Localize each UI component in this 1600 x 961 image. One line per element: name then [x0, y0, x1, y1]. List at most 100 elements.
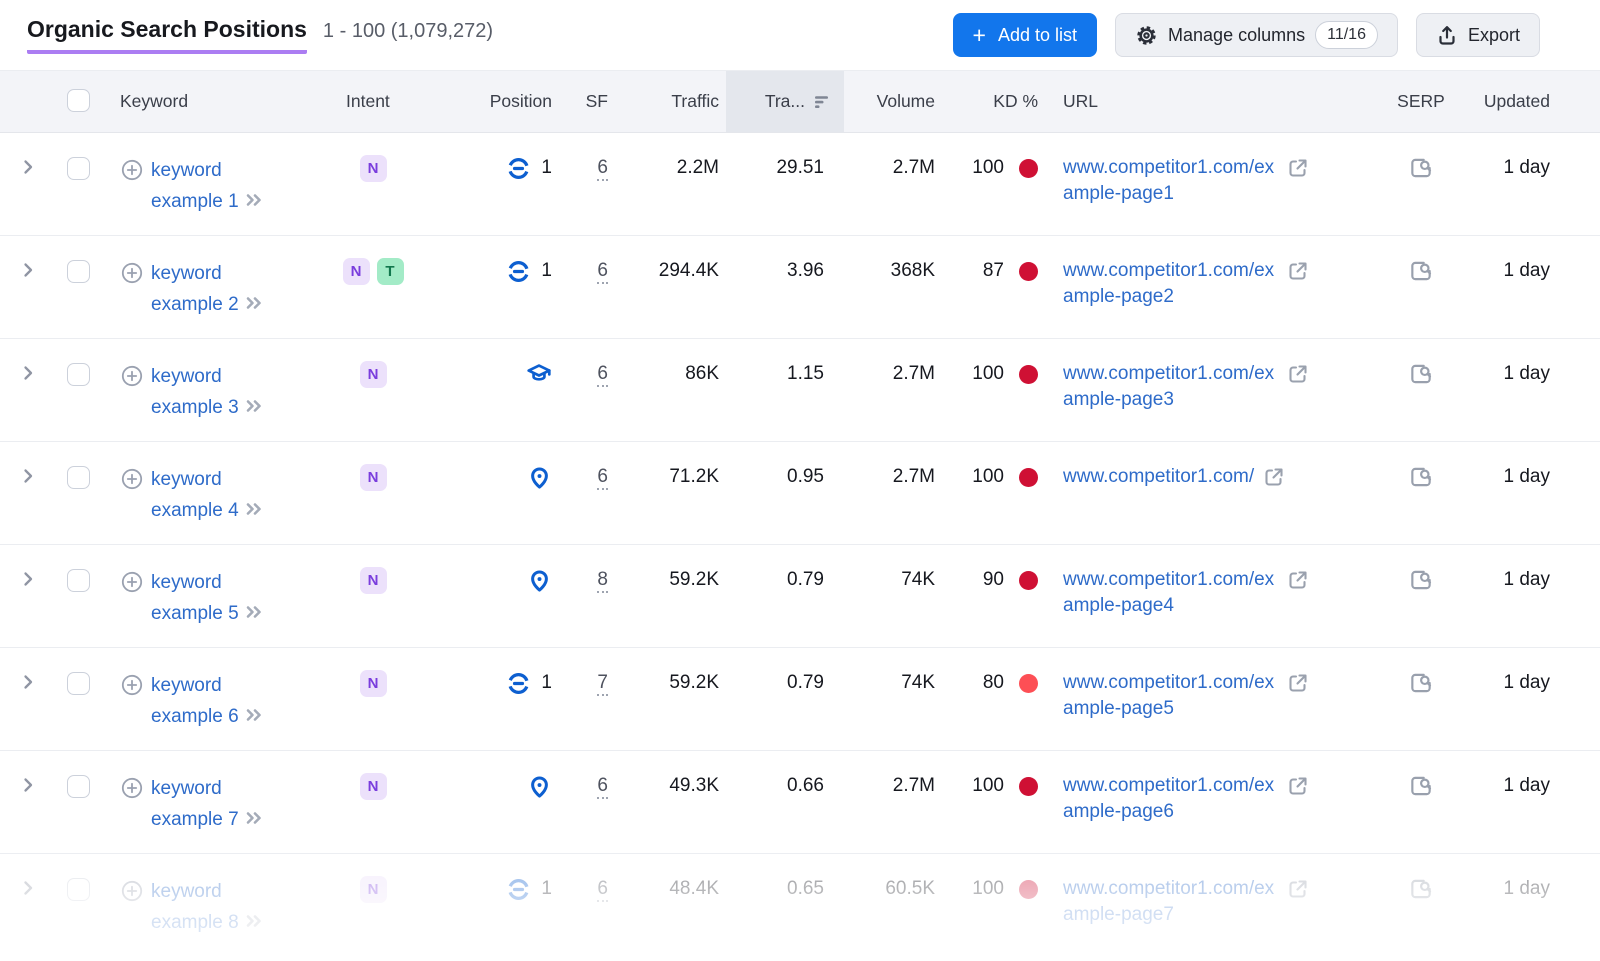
url-link[interactable]: www.competitor1.com/example-page6	[1063, 773, 1278, 825]
updated-value: 1 day	[1457, 133, 1600, 236]
serp-preview-icon[interactable]	[1408, 258, 1434, 284]
external-link-icon[interactable]	[1286, 671, 1310, 695]
row-checkbox[interactable]	[67, 157, 90, 180]
add-keyword-icon[interactable]	[120, 673, 144, 697]
intent-badge-n[interactable]: N	[360, 670, 387, 697]
keyword-link[interactable]: keyword example 2	[151, 258, 277, 320]
serp-features-count[interactable]: 6	[597, 363, 608, 387]
intent-badge-n[interactable]: N	[343, 258, 370, 285]
serp-preview-icon[interactable]	[1408, 464, 1434, 490]
serp-features-count[interactable]: 6	[597, 260, 608, 284]
expand-column-header	[0, 71, 56, 133]
add-keyword-icon[interactable]	[120, 467, 144, 491]
column-header-volume[interactable]: Volume	[844, 71, 942, 133]
serp-preview-icon[interactable]	[1408, 155, 1434, 181]
local-pack-position-icon	[527, 568, 552, 593]
add-keyword-icon[interactable]	[120, 364, 144, 388]
expand-chevron-icon[interactable]	[18, 878, 38, 898]
volume-value: 74K	[844, 545, 942, 648]
serp-features-count[interactable]: 6	[597, 157, 608, 181]
keyword-link[interactable]: keyword example 8	[151, 876, 277, 938]
export-button[interactable]: Export	[1416, 13, 1540, 57]
keyword-link[interactable]: keyword example 1	[151, 155, 277, 217]
external-link-icon[interactable]	[1262, 465, 1286, 489]
url-link[interactable]: www.competitor1.com/example-page7	[1063, 876, 1278, 928]
row-checkbox[interactable]	[67, 878, 90, 901]
expand-chevron-icon[interactable]	[18, 363, 38, 383]
intent-badge-n[interactable]: N	[360, 773, 387, 800]
kd-value: 100	[972, 464, 1004, 490]
external-link-icon[interactable]	[1286, 877, 1310, 901]
double-chevron-icon	[244, 294, 265, 312]
external-link-icon[interactable]	[1286, 362, 1310, 386]
serp-features-count[interactable]: 6	[597, 466, 608, 490]
add-keyword-icon[interactable]	[120, 261, 144, 285]
column-header-traffic-pct[interactable]: Tra...	[726, 71, 844, 133]
serp-preview-icon[interactable]	[1408, 670, 1434, 696]
url-link[interactable]: www.competitor1.com/	[1063, 464, 1254, 490]
row-checkbox[interactable]	[67, 260, 90, 283]
external-link-icon[interactable]	[1286, 568, 1310, 592]
intent-badge-n[interactable]: N	[360, 567, 387, 594]
column-header-url[interactable]: URL	[1050, 71, 1385, 133]
column-header-sf[interactable]: SF	[558, 71, 614, 133]
serp-features-count[interactable]: 6	[597, 775, 608, 799]
row-checkbox[interactable]	[67, 775, 90, 798]
url-link[interactable]: www.competitor1.com/example-page2	[1063, 258, 1278, 310]
keyword-link[interactable]: keyword example 6	[151, 670, 277, 732]
column-header-kd[interactable]: KD %	[942, 71, 1050, 133]
intent-badge-n[interactable]: N	[360, 876, 387, 903]
column-header-updated[interactable]: Updated	[1457, 71, 1600, 133]
position-value: 1	[541, 258, 552, 284]
add-keyword-icon[interactable]	[120, 158, 144, 182]
serp-preview-icon[interactable]	[1408, 567, 1434, 593]
volume-value: 2.7M	[844, 133, 942, 236]
select-all-checkbox[interactable]	[67, 89, 90, 112]
external-link-icon[interactable]	[1286, 774, 1310, 798]
keyword-link[interactable]: keyword example 7	[151, 773, 277, 835]
external-link-icon[interactable]	[1286, 259, 1310, 283]
serp-features-count[interactable]: 8	[597, 569, 608, 593]
add-keyword-icon[interactable]	[120, 879, 144, 903]
url-link[interactable]: www.competitor1.com/example-page5	[1063, 670, 1278, 722]
row-checkbox[interactable]	[67, 466, 90, 489]
row-checkbox[interactable]	[67, 569, 90, 592]
column-header-traffic[interactable]: Traffic	[614, 71, 726, 133]
traffic-value: 294.4K	[614, 236, 726, 339]
manage-columns-button[interactable]: Manage columns 11/16	[1115, 13, 1398, 57]
add-keyword-icon[interactable]	[120, 570, 144, 594]
expand-chevron-icon[interactable]	[18, 775, 38, 795]
keyword-link[interactable]: keyword example 3	[151, 361, 277, 423]
add-keyword-icon[interactable]	[120, 776, 144, 800]
row-checkbox[interactable]	[67, 672, 90, 695]
expand-chevron-icon[interactable]	[18, 466, 38, 486]
serp-features-count[interactable]: 7	[597, 672, 608, 696]
serp-preview-icon[interactable]	[1408, 361, 1434, 387]
expand-chevron-icon[interactable]	[18, 672, 38, 692]
intent-badges: NT	[330, 258, 416, 285]
intent-badge-n[interactable]: N	[360, 155, 387, 182]
expand-chevron-icon[interactable]	[18, 569, 38, 589]
intent-badge-t[interactable]: T	[377, 258, 404, 285]
url-link[interactable]: www.competitor1.com/example-page4	[1063, 567, 1278, 619]
add-to-list-button[interactable]: + Add to list	[953, 13, 1097, 57]
intent-badge-n[interactable]: N	[360, 464, 387, 491]
keyword-link[interactable]: keyword example 5	[151, 567, 277, 629]
serp-preview-icon[interactable]	[1408, 876, 1434, 902]
row-checkbox[interactable]	[67, 363, 90, 386]
external-link-icon[interactable]	[1286, 156, 1310, 180]
intent-badge-n[interactable]: N	[360, 361, 387, 388]
column-header-keyword[interactable]: Keyword	[100, 71, 330, 133]
keyword-link[interactable]: keyword example 4	[151, 464, 277, 526]
keyword-text: keyword example 4	[151, 469, 239, 521]
serp-features-count[interactable]: 6	[597, 878, 608, 902]
kd-value: 100	[972, 773, 1004, 799]
kd-value: 100	[972, 361, 1004, 387]
url-link[interactable]: www.competitor1.com/example-page1	[1063, 155, 1278, 207]
url-link[interactable]: www.competitor1.com/example-page3	[1063, 361, 1278, 413]
expand-chevron-icon[interactable]	[18, 260, 38, 280]
column-header-intent[interactable]: Intent	[330, 71, 416, 133]
expand-chevron-icon[interactable]	[18, 157, 38, 177]
column-header-position[interactable]: Position	[416, 71, 558, 133]
serp-preview-icon[interactable]	[1408, 773, 1434, 799]
